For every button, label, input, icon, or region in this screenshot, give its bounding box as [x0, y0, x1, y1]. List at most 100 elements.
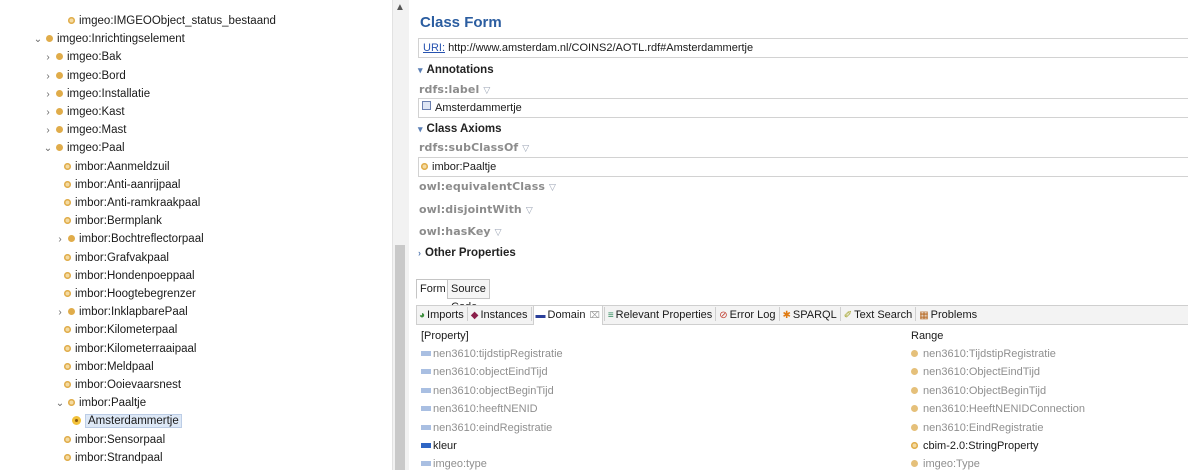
- collapse-twisty-icon[interactable]: ⌄: [42, 140, 54, 158]
- tab-error-log[interactable]: ⊘ Error Log: [717, 306, 777, 325]
- expand-twisty-icon[interactable]: ›: [42, 86, 54, 104]
- tree-scrollbar-thumb[interactable]: [395, 245, 405, 470]
- label-value[interactable]: Amsterdammertje: [435, 102, 522, 114]
- expand-twisty-icon[interactable]: ›: [42, 122, 54, 140]
- class-tree[interactable]: imgeo:IMGEOObject_status_bestaand ⌄ imgeo:…: [0, 0, 392, 470]
- table-row[interactable]: nen3610:objectBeginTijd nen3610:ObjectBeg…: [416, 382, 1188, 401]
- tab-source-code[interactable]: Source Code: [447, 279, 490, 313]
- property-name: owl:equivalentClass: [419, 180, 545, 193]
- tree-item[interactable]: imbor:Aanmeldzuil: [62, 158, 170, 176]
- table-row[interactable]: imgeo:type imgeo:Type: [416, 455, 1188, 474]
- tree-item[interactable]: › imgeo:Bord: [42, 67, 125, 86]
- class-icon: [46, 35, 53, 43]
- tree-item[interactable]: ⌄ imbor:Paaltje: [54, 394, 146, 412]
- tree-item[interactable]: imbor:Anti-aanrijpaal: [62, 176, 180, 194]
- range-cell[interactable]: imgeo:Type: [911, 455, 980, 474]
- expand-twisty-icon[interactable]: ›: [42, 68, 54, 86]
- add-value-dropdown-icon[interactable]: ▽: [483, 86, 490, 96]
- tab-imports[interactable]: ◕ Imports: [417, 306, 466, 325]
- tree-item[interactable]: › imgeo:Kast: [42, 103, 124, 122]
- tree-item[interactable]: imbor:Hoogtebegrenzer: [62, 285, 196, 303]
- property-name: nen3610:objectEindTijd: [433, 366, 548, 379]
- tree-item[interactable]: › imbor:Bochtreflectorpaal: [54, 230, 203, 249]
- range-cell[interactable]: nen3610:ObjectBeginTijd: [911, 382, 1046, 401]
- rdfs-label-value-field[interactable]: Amsterdammertje: [418, 98, 1188, 118]
- expand-twisty-icon[interactable]: ›: [54, 304, 66, 322]
- tree-item[interactable]: › imgeo:Bak: [42, 48, 121, 66]
- subclassof-value-field[interactable]: imbor:Paaltje: [418, 157, 1188, 177]
- tree-item[interactable]: › imgeo:Installatie: [42, 85, 150, 103]
- add-value-dropdown-icon[interactable]: ▽: [549, 183, 556, 193]
- close-tab-icon[interactable]: ⌧: [589, 310, 599, 320]
- tree-item[interactable]: imbor:Kilometerraaipaal: [62, 340, 196, 358]
- add-value-dropdown-icon[interactable]: ▽: [526, 206, 533, 216]
- table-row[interactable]: nen3610:heeftNENID nen3610:HeeftNENIDConn…: [416, 400, 1188, 419]
- range-name: nen3610:ObjectEindTijd: [923, 366, 1041, 379]
- class-icon: [56, 126, 63, 134]
- tab-relevant-properties[interactable]: ≡ Relevant Properties: [606, 306, 714, 325]
- tree-item[interactable]: imbor:Bermplank: [62, 212, 162, 230]
- tree-item[interactable]: imbor:Kilometerpaal: [62, 321, 177, 339]
- other-properties-section-header[interactable]: › Other Properties: [418, 247, 516, 259]
- range-cell[interactable]: nen3610:EindRegistratie: [911, 419, 1043, 438]
- tree-item[interactable]: imbor:Meldpaal: [62, 358, 154, 376]
- tree-item[interactable]: imbor:Hondenpoeppaal: [62, 267, 195, 285]
- tab-text-search[interactable]: ✐ Text Search: [842, 306, 914, 325]
- property-cell[interactable]: imgeo:type: [421, 455, 487, 474]
- table-row[interactable]: kleur cbim-2.0:StringProperty: [416, 437, 1188, 456]
- range-cell[interactable]: cbim-2.0:StringProperty: [911, 437, 1039, 456]
- collapse-twisty-icon[interactable]: ⌄: [32, 31, 44, 49]
- tree-item[interactable]: ⌄ imgeo:Inrichtingselement: [32, 30, 185, 48]
- expand-chevron-icon: ›: [418, 248, 421, 258]
- tree-item[interactable]: Amsterdammertje: [72, 412, 182, 430]
- annotations-section-header[interactable]: ▾ Annotations: [418, 64, 494, 76]
- property-cell[interactable]: kleur: [421, 437, 457, 456]
- property-cell[interactable]: nen3610:objectBeginTijd: [421, 382, 554, 401]
- range-cell[interactable]: nen3610:ObjectEindTijd: [911, 363, 1040, 382]
- error-log-icon: ⊘: [719, 310, 728, 321]
- tree-item[interactable]: imgeo:IMGEOObject_status_bestaand: [66, 12, 276, 30]
- literal-icon: [422, 101, 431, 110]
- tree-item[interactable]: imbor:Anti-ramkraakpaal: [62, 194, 200, 212]
- tab-sparql[interactable]: ✱ SPARQL: [781, 306, 839, 325]
- class-icon: [68, 308, 75, 316]
- tab-problems[interactable]: ▦ Problems: [917, 306, 979, 325]
- scroll-up-arrow-icon[interactable]: ▲: [392, 0, 408, 16]
- uri-value[interactable]: http://www.amsterdam.nl/COINS2/AOTL.rdf#…: [448, 42, 753, 54]
- uri-field[interactable]: URI: http://www.amsterdam.nl/COINS2/AOTL…: [418, 38, 1188, 58]
- table-row[interactable]: nen3610:tijdstipRegistratie nen3610:Tijds…: [416, 345, 1188, 364]
- tree-item[interactable]: imbor:Grafvakpaal: [62, 249, 169, 267]
- add-value-dropdown-icon[interactable]: ▽: [495, 228, 502, 238]
- range-cell[interactable]: nen3610:TijdstipRegistratie: [911, 345, 1056, 364]
- range-cell[interactable]: nen3610:HeeftNENIDConnection: [911, 400, 1085, 419]
- tree-item-label: imbor:Kilometerpaal: [75, 324, 178, 337]
- uri-link[interactable]: URI:: [423, 42, 445, 54]
- superclass-value[interactable]: imbor:Paaltje: [432, 161, 496, 173]
- table-row[interactable]: nen3610:objectEindTijd nen3610:ObjectEind…: [416, 363, 1188, 382]
- expand-twisty-icon[interactable]: ›: [54, 231, 66, 249]
- equivalent-class-property: owl:equivalentClass ▽: [419, 180, 556, 193]
- property-name: owl:hasKey: [419, 225, 491, 238]
- sparql-icon: ✱: [782, 310, 791, 321]
- tab-instances[interactable]: ◆ Instances: [469, 306, 530, 325]
- property-cell[interactable]: nen3610:tijdstipRegistratie: [421, 345, 563, 364]
- tab-form[interactable]: Form: [416, 279, 450, 299]
- tree-item[interactable]: › imgeo:Mast: [42, 121, 126, 139]
- property-cell[interactable]: nen3610:eindRegistratie: [421, 419, 552, 438]
- tree-item[interactable]: › imbor:InklapbarePaal: [54, 303, 187, 322]
- column-header-property[interactable]: [Property]: [421, 327, 469, 346]
- expand-twisty-icon[interactable]: ›: [42, 49, 54, 67]
- table-row[interactable]: nen3610:eindRegistratie nen3610:EindRegis…: [416, 419, 1188, 438]
- expand-twisty-icon[interactable]: ›: [42, 104, 54, 122]
- property-cell[interactable]: nen3610:heeftNENID: [421, 400, 538, 419]
- column-header-range[interactable]: Range: [911, 327, 943, 346]
- tree-item[interactable]: imbor:Sensorpaal: [62, 431, 165, 449]
- class-axioms-section-header[interactable]: ▾ Class Axioms: [418, 123, 502, 135]
- add-value-dropdown-icon[interactable]: ▽: [522, 144, 529, 154]
- tree-item[interactable]: ⌄ imgeo:Paal: [42, 139, 125, 157]
- tree-item[interactable]: imbor:Strandpaal: [62, 449, 163, 467]
- tree-item[interactable]: imbor:Ooievaarsnest: [62, 376, 181, 394]
- tab-domain[interactable]: ▬ Domain ⌧: [532, 306, 603, 325]
- collapse-twisty-icon[interactable]: ⌄: [54, 395, 66, 413]
- property-cell[interactable]: nen3610:objectEindTijd: [421, 363, 548, 382]
